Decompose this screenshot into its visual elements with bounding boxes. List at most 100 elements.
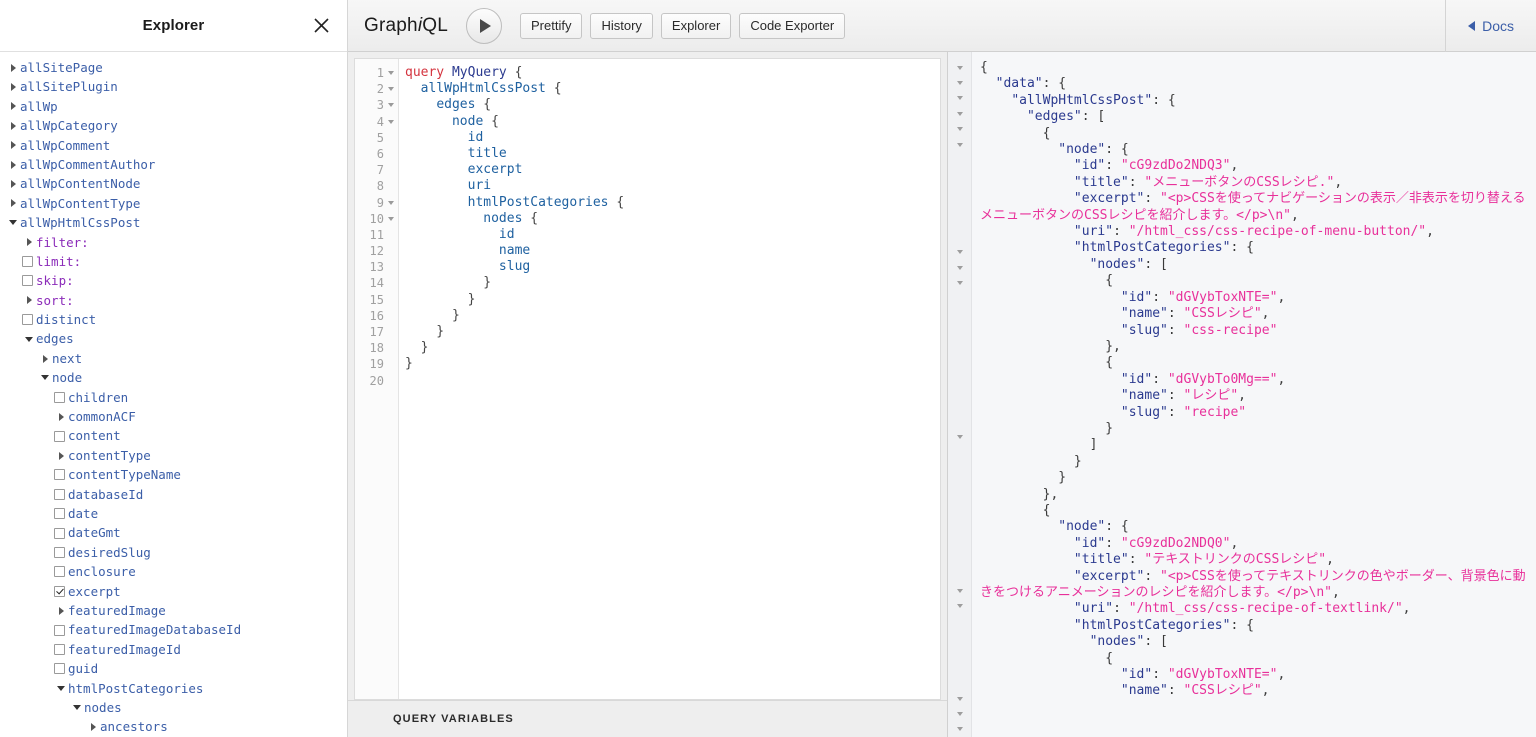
tree-marker[interactable] (54, 508, 68, 520)
explorer-field-guid[interactable]: guid (0, 659, 347, 678)
field-checkbox[interactable] (54, 663, 65, 675)
docs-button[interactable]: Docs (1446, 0, 1536, 52)
explorer-field-node[interactable]: node (0, 368, 347, 387)
tree-marker[interactable] (6, 63, 20, 72)
field-checkbox[interactable] (22, 314, 33, 326)
explorer-field-allSitePlugin[interactable]: allSitePlugin (0, 77, 347, 96)
fold-toggle-icon[interactable] (388, 71, 394, 76)
tree-marker[interactable] (54, 469, 68, 481)
explorer-field-nodes[interactable]: nodes (0, 698, 347, 717)
explorer-field-commonACF[interactable]: commonACF (0, 407, 347, 426)
tree-marker[interactable] (22, 256, 36, 268)
explorer-field-enclosure[interactable]: enclosure (0, 562, 347, 581)
explorer-field-htmlPostCategories[interactable]: htmlPostCategories (0, 679, 347, 698)
explorer-field-excerpt[interactable]: excerpt (0, 582, 347, 601)
explorer-field-limit[interactable]: limit: (0, 252, 347, 271)
field-checkbox[interactable] (54, 430, 65, 442)
tree-marker[interactable] (54, 412, 68, 421)
fold-toggle-icon[interactable] (388, 87, 394, 92)
explorer-field-contentTypeName[interactable]: contentTypeName (0, 465, 347, 484)
tree-marker[interactable] (22, 336, 36, 342)
fold-toggle-icon[interactable] (956, 722, 963, 737)
query-variables-bar[interactable]: QUERY VARIABLES (348, 700, 947, 737)
fold-toggle-icon[interactable] (956, 583, 963, 598)
field-checkbox[interactable] (22, 256, 33, 268)
tree-marker[interactable] (22, 314, 36, 326)
explorer-field-allWpContentNode[interactable]: allWpContentNode (0, 174, 347, 193)
field-checkbox[interactable] (54, 624, 65, 636)
fold-toggle-icon[interactable] (388, 103, 394, 108)
explorer-field-allWpCommentAuthor[interactable]: allWpCommentAuthor (0, 155, 347, 174)
tree-marker[interactable] (54, 451, 68, 460)
field-checkbox[interactable] (22, 275, 33, 287)
tree-marker[interactable] (54, 391, 68, 403)
field-checkbox[interactable] (54, 643, 65, 655)
tree-marker[interactable] (6, 141, 20, 150)
editor-line-number-gutter[interactable]: 1 2 3 4 5 6 7 8 9 10 11 12 13 14 15 16 17 18 19 20 (355, 59, 399, 699)
tree-marker[interactable] (22, 296, 36, 305)
fold-toggle-icon[interactable] (956, 245, 963, 260)
field-checkbox[interactable] (54, 488, 65, 500)
explorer-field-allWpCategory[interactable]: allWpCategory (0, 116, 347, 135)
tree-marker[interactable] (6, 160, 20, 169)
fold-toggle-icon[interactable] (956, 106, 963, 121)
tree-marker[interactable] (54, 663, 68, 675)
explorer-field-edges[interactable]: edges (0, 329, 347, 348)
explorer-field-featuredImage[interactable]: featuredImage (0, 601, 347, 620)
tree-marker[interactable] (54, 430, 68, 442)
explorer-field-allWp[interactable]: allWp (0, 97, 347, 116)
explorer-field-skip[interactable]: skip: (0, 271, 347, 290)
explorer-field-filter[interactable]: filter: (0, 233, 347, 252)
tree-marker[interactable] (6, 83, 20, 92)
explorer-field-content[interactable]: content (0, 426, 347, 445)
code-exporter-button[interactable]: Code Exporter (739, 12, 846, 39)
tree-marker[interactable] (6, 220, 20, 226)
tree-marker[interactable] (6, 199, 20, 208)
tree-marker[interactable] (86, 722, 100, 731)
tree-marker[interactable] (54, 624, 68, 636)
fold-toggle-icon[interactable] (956, 706, 963, 721)
fold-toggle-icon[interactable] (956, 275, 963, 290)
explorer-field-allWpHtmlCssPost[interactable]: allWpHtmlCssPost (0, 213, 347, 232)
tree-marker[interactable] (6, 180, 20, 189)
explorer-field-sort[interactable]: sort: (0, 291, 347, 310)
prettify-button[interactable]: Prettify (519, 12, 583, 39)
tree-marker[interactable] (22, 238, 36, 247)
tree-marker[interactable] (54, 527, 68, 539)
tree-marker[interactable] (54, 685, 68, 691)
tree-marker[interactable] (54, 606, 68, 615)
response-fold-gutter[interactable] (948, 52, 972, 737)
explorer-field-desiredSlug[interactable]: desiredSlug (0, 543, 347, 562)
field-checkbox[interactable] (54, 391, 65, 403)
field-checkbox[interactable] (54, 585, 65, 597)
tree-marker[interactable] (54, 585, 68, 597)
explorer-field-children[interactable]: children (0, 388, 347, 407)
explorer-field-featuredImageId[interactable]: featuredImageId (0, 640, 347, 659)
explorer-field-allWpContentType[interactable]: allWpContentType (0, 194, 347, 213)
field-checkbox[interactable] (54, 566, 65, 578)
tree-marker[interactable] (38, 354, 52, 363)
field-checkbox[interactable] (54, 508, 65, 520)
explorer-field-tree[interactable]: allSitePage allSitePlugin allWp allWpCatego… (0, 52, 347, 737)
fold-toggle-icon[interactable] (388, 200, 394, 205)
close-icon[interactable] (309, 14, 333, 38)
fold-toggle-icon[interactable] (956, 599, 963, 614)
explorer-field-ancestors[interactable]: ancestors (0, 717, 347, 736)
explorer-field-allSitePage[interactable]: allSitePage (0, 58, 347, 77)
fold-toggle-icon[interactable] (956, 137, 963, 152)
field-checkbox[interactable] (54, 527, 65, 539)
field-checkbox[interactable] (54, 546, 65, 558)
explorer-field-dateGmt[interactable]: dateGmt (0, 523, 347, 542)
editor-code[interactable]: query MyQuery { allWpHtmlCssPost { edges… (399, 59, 940, 699)
tree-marker[interactable] (6, 102, 20, 111)
tree-marker[interactable] (54, 546, 68, 558)
fold-toggle-icon[interactable] (956, 75, 963, 90)
execute-query-button[interactable] (465, 7, 502, 44)
tree-marker[interactable] (54, 643, 68, 655)
explorer-button[interactable]: Explorer (660, 12, 732, 39)
fold-toggle-icon[interactable] (956, 429, 963, 444)
fold-toggle-icon[interactable] (956, 122, 963, 137)
history-button[interactable]: History (590, 12, 653, 39)
explorer-field-date[interactable]: date (0, 504, 347, 523)
fold-toggle-icon[interactable] (388, 216, 394, 221)
